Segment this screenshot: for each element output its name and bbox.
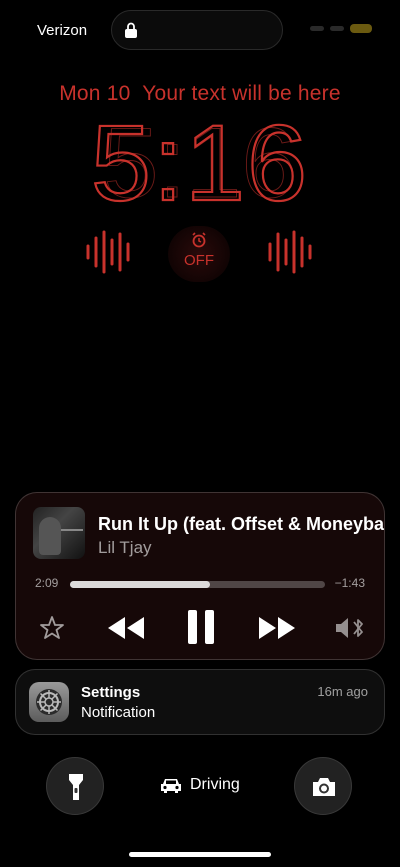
notification-card[interactable]: Settings Notification 16m ago <box>15 669 385 735</box>
lock-icon <box>125 22 137 38</box>
remaining-time: −1:43 <box>334 576 365 590</box>
car-icon <box>161 779 181 793</box>
clock-display[interactable]: 5:16 5:16 <box>90 110 310 210</box>
wifi-icon <box>330 26 344 31</box>
clock-time-outline: 5:16 <box>103 110 296 210</box>
airplay-bluetooth-icon[interactable] <box>334 615 366 641</box>
focus-mode[interactable]: Driving <box>160 776 240 794</box>
settings-gear-icon <box>36 689 62 715</box>
home-indicator[interactable] <box>129 852 271 857</box>
flashlight-icon <box>69 774 83 800</box>
date-line: Mon 10 Your text will be here <box>0 82 400 106</box>
progress-fill <box>70 581 211 588</box>
fast-forward-icon[interactable] <box>257 615 297 641</box>
waveform-icon[interactable] <box>84 228 136 276</box>
battery-icon <box>350 24 372 33</box>
album-art-stripe <box>61 529 83 531</box>
camera-button[interactable] <box>294 757 352 815</box>
alarm-clock-icon <box>192 232 206 248</box>
notification-app-name: Settings <box>81 684 141 701</box>
pause-icon[interactable] <box>186 608 216 646</box>
alarm-status: OFF <box>184 252 214 269</box>
focus-mode-label: Driving <box>190 776 240 793</box>
star-icon[interactable] <box>38 614 66 642</box>
notification-body: Notification <box>81 704 156 721</box>
notification-time: 16m ago <box>317 684 368 699</box>
album-art[interactable] <box>33 507 85 559</box>
custom-text: Your text will be here <box>142 82 341 105</box>
status-indicators <box>310 24 372 33</box>
camera-icon <box>313 778 335 796</box>
rewind-icon[interactable] <box>106 615 146 641</box>
alarm-widget[interactable]: OFF <box>168 226 230 282</box>
now-playing-widget[interactable]: Run It Up (feat. Offset & Moneybagg Yo) … <box>15 492 385 660</box>
signal-icon <box>310 26 324 31</box>
track-title: Run It Up (feat. Offset & Moneybagg Yo) <box>98 514 385 534</box>
album-art-figure <box>39 517 61 555</box>
progress-scrubber[interactable] <box>70 581 325 588</box>
carrier-label: Verizon <box>37 22 88 39</box>
date-text: Mon 10 <box>59 82 131 105</box>
flashlight-button[interactable] <box>46 757 104 815</box>
dynamic-island <box>111 10 283 50</box>
track-artist: Lil Tjay <box>98 538 152 557</box>
elapsed-time: 2:09 <box>35 576 59 590</box>
waveform-icon[interactable] <box>266 228 318 276</box>
settings-app-icon <box>29 682 69 722</box>
